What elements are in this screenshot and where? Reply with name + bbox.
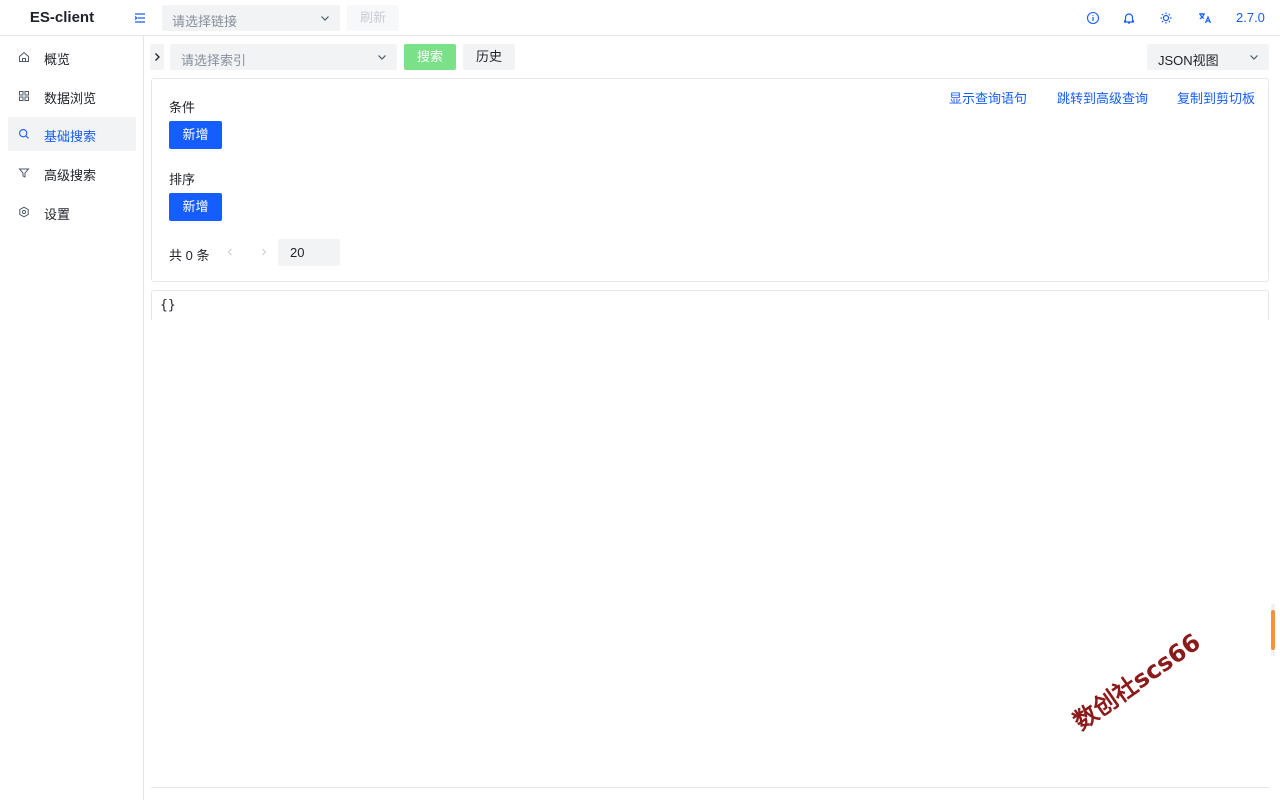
sidebar-item-basic-search[interactable]: 基础搜索 <box>8 117 136 151</box>
chevron-down-icon <box>378 55 386 60</box>
page-size-select[interactable]: 20 <box>278 239 340 266</box>
page-size-value: 20 <box>290 245 305 260</box>
grid-icon <box>19 91 29 101</box>
sidebar-item-label: 设置 <box>44 207 71 222</box>
gear-icon <box>19 206 29 218</box>
add-condition-button[interactable]: 新增 <box>169 121 222 149</box>
sort-title: 排序 <box>169 172 196 187</box>
prev-page-icon[interactable] <box>225 247 235 257</box>
scroll-indicator[interactable] <box>1270 604 1276 656</box>
view-mode-select[interactable]: JSON视图 <box>1147 44 1269 70</box>
view-mode-value: JSON视图 <box>1158 53 1219 68</box>
json-text: {} <box>160 298 176 313</box>
search-button[interactable]: 搜索 <box>404 44 456 70</box>
chevron-down-icon <box>321 16 329 21</box>
notification-bell-icon[interactable] <box>1121 10 1137 26</box>
add-sort-button[interactable]: 新增 <box>169 193 222 221</box>
chevron-right-icon <box>155 53 160 61</box>
conditions-title: 条件 <box>169 100 196 115</box>
sidebar-item-label: 高级搜索 <box>44 168 97 183</box>
query-panel: 显示查询语句 跳转到高级查询 复制到剪切板 条件 新增 排序 新增 共 0 条 … <box>151 78 1269 282</box>
sidebar-item-advanced-search[interactable]: 高级搜索 <box>8 156 136 190</box>
connection-placeholder: 请选择链接 <box>172 14 238 29</box>
sidebar-item-settings[interactable]: 设置 <box>8 195 136 229</box>
sidebar-item-label: 概览 <box>44 52 71 67</box>
show-query-link[interactable]: 显示查询语句 <box>949 88 1027 107</box>
menu-collapse-icon[interactable] <box>132 10 148 26</box>
sidebar-item-data-browse[interactable]: 数据浏览 <box>8 79 136 113</box>
theme-sun-icon[interactable] <box>1158 10 1174 26</box>
top-header: ES-client 请选择链接 刷新 2.7.0 <box>0 0 1280 36</box>
connection-select[interactable]: 请选择链接 <box>162 5 340 31</box>
home-icon <box>19 51 29 62</box>
translate-icon[interactable] <box>1197 10 1213 26</box>
total-count: 共 0 条 <box>169 248 210 263</box>
goto-advanced-query-link[interactable]: 跳转到高级查询 <box>1057 88 1148 107</box>
index-placeholder: 请选择索引 <box>181 53 247 68</box>
history-button[interactable]: 历史 <box>463 44 515 70</box>
expand-panel-button[interactable] <box>150 44 164 70</box>
filter-icon <box>18 168 30 178</box>
refresh-button[interactable]: 刷新 <box>347 5 399 31</box>
json-result-view[interactable]: {} <box>151 290 1269 320</box>
version-label: 2.7.0 <box>1236 10 1265 25</box>
search-icon <box>19 129 29 139</box>
index-select[interactable]: 请选择索引 <box>170 44 397 70</box>
chevron-down-icon <box>1250 55 1258 60</box>
next-page-icon[interactable] <box>259 247 269 257</box>
copy-to-clipboard-link[interactable]: 复制到剪切板 <box>1177 88 1255 107</box>
app-title: ES-client <box>29 9 95 26</box>
info-icon[interactable] <box>1085 10 1101 26</box>
sidebar-item-overview[interactable]: 概览 <box>8 40 136 74</box>
sidebar-item-label: 数据浏览 <box>44 91 97 106</box>
sidebar: 概览 数据浏览 基础搜索 高级搜索 设置 <box>0 36 144 800</box>
sidebar-item-label: 基础搜索 <box>44 129 97 144</box>
